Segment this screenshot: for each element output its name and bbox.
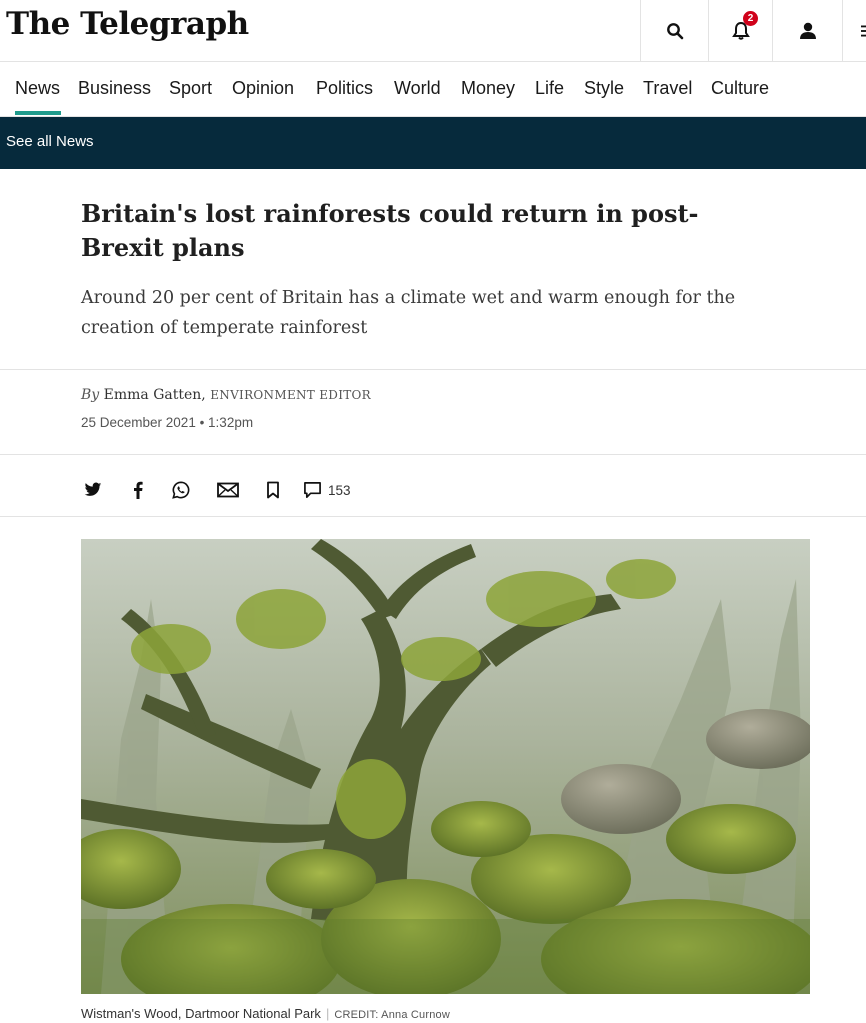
divider: [0, 516, 866, 517]
nav-item-life[interactable]: Life: [535, 78, 564, 99]
notification-badge: 2: [743, 11, 758, 26]
menu-button[interactable]: [842, 0, 866, 62]
twitter-icon: [84, 482, 102, 496]
author-role: ENVIRONMENT EDITOR: [210, 388, 372, 402]
article-headline: Britain's lost rainforests could return …: [81, 199, 699, 262]
byline-prefix: By: [81, 387, 100, 403]
facebook-share-button[interactable]: [133, 470, 143, 510]
bookmark-button[interactable]: [266, 470, 280, 510]
search-button[interactable]: [640, 0, 708, 62]
caption-separator: |: [325, 1006, 330, 1021]
nav-item-travel[interactable]: Travel: [643, 78, 692, 99]
facebook-icon: [134, 481, 143, 499]
comments-button[interactable]: 153: [303, 470, 351, 510]
nav-item-money[interactable]: Money: [461, 78, 515, 99]
nav-item-business[interactable]: Business: [78, 78, 151, 99]
nav-item-opinion[interactable]: Opinion: [232, 78, 294, 99]
email-icon: [217, 482, 239, 498]
notifications-button[interactable]: 2: [708, 0, 772, 62]
divider: [0, 454, 866, 455]
nav-item-world[interactable]: World: [394, 78, 441, 99]
divider: [0, 369, 866, 370]
byline: By Emma Gatten, ENVIRONMENT EDITOR: [81, 387, 371, 403]
main-nav: News Business Sport Opinion Politics Wor…: [0, 62, 866, 117]
email-share-button[interactable]: [217, 470, 239, 510]
menu-icon: [861, 25, 866, 37]
search-icon: [666, 23, 683, 40]
forest-photo: [81, 539, 810, 994]
nav-item-politics[interactable]: Politics: [316, 78, 373, 99]
caption-text: Wistman's Wood, Dartmoor National Park: [81, 1006, 321, 1021]
publish-date: 25 December 2021 • 1:32pm: [81, 415, 254, 430]
article-standfirst: Around 20 per cent of Britain has a clim…: [81, 288, 736, 338]
nav-item-news[interactable]: News: [15, 78, 60, 99]
bookmark-icon: [267, 481, 279, 499]
see-all-news-link[interactable]: See all News: [6, 133, 94, 150]
top-bar: The Telegraph 2: [0, 0, 866, 62]
nav-item-style[interactable]: Style: [584, 78, 624, 99]
photo-caption: Wistman's Wood, Dartmoor National Park | C…: [81, 1006, 450, 1021]
article-photo: [81, 539, 810, 994]
comment-icon: [304, 482, 321, 498]
whatsapp-icon: [172, 481, 190, 499]
section-subnav: See all News: [0, 117, 866, 169]
author-name[interactable]: Emma Gatten,: [104, 387, 206, 403]
photo-credit: CREDIT: Anna Curnow: [334, 1009, 451, 1021]
whatsapp-share-button[interactable]: [172, 470, 190, 510]
user-icon: [799, 22, 816, 39]
telegraph-logo[interactable]: The Telegraph: [6, 6, 249, 42]
active-nav-indicator: [15, 111, 61, 115]
twitter-share-button[interactable]: [84, 470, 102, 510]
nav-item-culture[interactable]: Culture: [711, 78, 769, 99]
nav-item-sport[interactable]: Sport: [169, 78, 212, 99]
account-button[interactable]: [772, 0, 842, 62]
comment-count: 153: [328, 482, 351, 498]
